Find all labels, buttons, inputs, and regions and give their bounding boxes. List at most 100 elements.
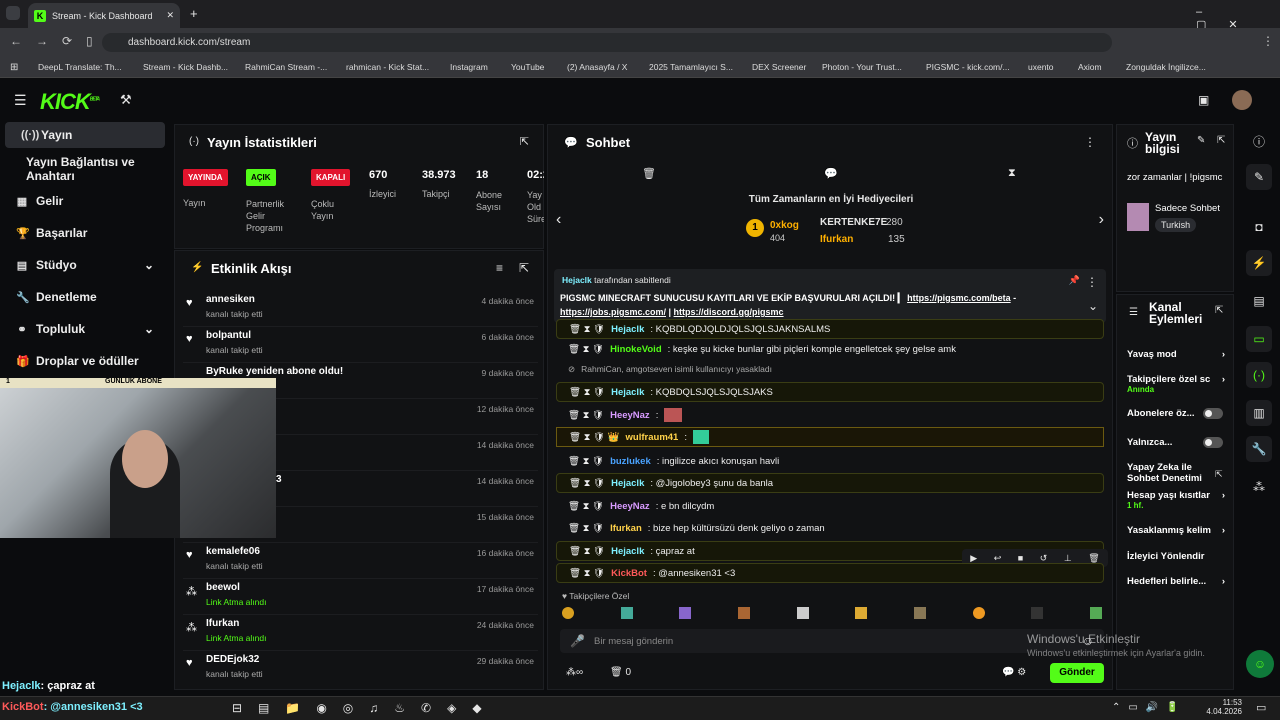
chat-username[interactable]: Hejaclk xyxy=(611,546,644,557)
points-display[interactable]: 🗑 0 xyxy=(610,667,631,678)
send-button[interactable]: Gönder xyxy=(1050,663,1104,683)
chat-username[interactable]: Ifurkan xyxy=(610,523,642,534)
edit-icon[interactable]: ✎ xyxy=(1246,164,1272,190)
chat-settings-icons[interactable]: 💬 ⚙ xyxy=(1002,667,1026,678)
wrench-icon[interactable]: 🔧 xyxy=(1246,436,1272,462)
sidebar-item-denetleme[interactable]: 🔧 Denetleme xyxy=(0,284,168,310)
pinned-link[interactable]: https://pigsmc.com/beta xyxy=(907,293,1011,303)
bookmark-item[interactable]: PIGSMC - kick.com/... xyxy=(926,62,1010,72)
sidebar-item-stream-key[interactable]: Yayın Bağlantısı ve Anahtarı xyxy=(0,155,168,183)
bookmark-item[interactable]: uxento xyxy=(1028,62,1054,72)
chat-username[interactable]: KickBot xyxy=(611,568,647,579)
stats-icon[interactable]: ▥ xyxy=(1246,400,1272,426)
sidebar-item-studyo[interactable]: ▤ Stüdyo ⌄ xyxy=(0,252,168,278)
close-tab-icon[interactable]: ✕ xyxy=(166,10,174,21)
pinned-menu-icon[interactable]: ⋮ xyxy=(1086,275,1098,289)
chat-icon[interactable]: ▭ xyxy=(1246,326,1272,352)
trash-icon[interactable]: 🗑 xyxy=(1088,553,1099,564)
chat-username[interactable]: Hejaclk xyxy=(611,478,644,489)
chat-message[interactable]: 🗑 ⧗ 🛡 HinokeVoid: keşke şu kicke bunlar g… xyxy=(556,339,1104,359)
action-account-age[interactable]: Hesap yaşı kısıtlar › 1 hf. xyxy=(1127,490,1229,510)
clock[interactable]: 11:53 4.04.2026 xyxy=(1206,698,1242,716)
mod-actions-icon[interactable]: 🗑 ⧗ 🛡 xyxy=(569,478,605,489)
mod-actions-icon[interactable]: 🗑 ⧗ 🛡 xyxy=(569,568,605,579)
sidebar-item-topluluk[interactable]: ⚭ Topluluk ⌄ xyxy=(0,316,168,342)
chat-message[interactable]: 🗑 ⧗ 🛡 Hejaclk: KQBDQLSJQLSJQLSJAKS xyxy=(556,382,1104,402)
sidebar-item-droplar[interactable]: 🎁 Droplar ve ödüller xyxy=(0,348,168,374)
bookmark-item[interactable]: RahmiCan Stream -... xyxy=(245,62,327,72)
toggle-switch[interactable] xyxy=(1203,408,1223,419)
chat-message[interactable]: 🗑 ⧗ 🛡 KickBot: @annesiken31 <3 xyxy=(556,563,1104,583)
chat-message[interactable]: 🗑 ⧗ 🛡 👑 wulfraum41: xyxy=(556,427,1104,447)
chat-message[interactable]: 🗑 ⧗ 🛡 HeeyNaz: e bn dilcydm xyxy=(556,496,1104,516)
mod-actions-icon[interactable]: 🗑 ⧗ 🛡 xyxy=(568,501,604,512)
action-slow-mode[interactable]: Yavaş mod › xyxy=(1127,349,1229,360)
popout-icon[interactable]: ⇱ xyxy=(1217,135,1225,146)
delete-icon[interactable]: ■ xyxy=(1018,553,1023,563)
pin-icon[interactable]: ⊥ xyxy=(1064,553,1072,564)
chevron-left-icon[interactable]: ‹ xyxy=(556,211,561,229)
action-ai-moderation[interactable]: Yapay Zeka ile Sohbet Denetimi xyxy=(1127,462,1215,484)
edit-icon[interactable]: ✎ xyxy=(1197,135,1205,146)
popout-icon[interactable]: ⇱ xyxy=(519,261,529,275)
mod-actions-icon[interactable]: 🗑 ⧗ 🛡 xyxy=(569,387,605,398)
action-goals[interactable]: Hedefleri belirle... › xyxy=(1127,576,1229,587)
chat-message[interactable]: 🗑 ⧗ 🛡 buzlukek: ingilizce akıcı konuşan h… xyxy=(556,451,1104,471)
system-tray-icons[interactable]: ⌃▭🔊🔋 xyxy=(1112,702,1187,713)
filter-icon[interactable]: ≡ xyxy=(496,261,503,275)
chat-username[interactable]: HeeyNaz xyxy=(610,501,650,512)
dashboard-icon[interactable]: ▣ xyxy=(1198,93,1209,107)
popout-icon[interactable]: ⇱ xyxy=(520,135,529,148)
sidebar-item-basarilar[interactable]: 🏆 Başarılar xyxy=(0,220,168,246)
sidebar-item-yayin[interactable]: ((·)) Yayın xyxy=(5,122,165,148)
chat-input[interactable]: 🎤 Bir mesaj gönderin ☺ xyxy=(560,629,1104,653)
pinned-link[interactable]: https://jobs.pigsmc.com/ xyxy=(560,307,666,317)
bookmark-item[interactable]: 2025 Tamamlayıcı S... xyxy=(649,62,733,72)
notifications-icon[interactable]: ▭ xyxy=(1256,701,1266,714)
help-chat-icon[interactable]: ☺ xyxy=(1246,650,1274,678)
external-link-icon[interactable]: ⇱ xyxy=(1215,469,1223,480)
mic-icon[interactable]: 🎤 xyxy=(570,634,585,648)
action-emote-only[interactable]: Yalnızca... xyxy=(1127,437,1229,448)
chat-message[interactable]: 🗑 ⧗ 🛡 Hejaclk: @Jigolobey3 şunu da banla xyxy=(556,473,1104,493)
nav-buttons[interactable]: ←→⟳▯ xyxy=(10,34,107,48)
chat-message[interactable]: 🗑 ⧗ 🛡 HeeyNaz: xyxy=(556,405,1104,425)
browser-tab[interactable]: K Stream - Kick Dashboard ✕ xyxy=(28,3,180,28)
emote-row[interactable] xyxy=(562,607,1102,623)
action-followers-only[interactable]: Takipçilere özel sc › Anında xyxy=(1127,374,1229,394)
pin-icon[interactable]: 📌 xyxy=(1069,275,1080,286)
bookmark-item[interactable]: YouTube xyxy=(511,62,544,72)
bookmark-item[interactable]: Axiom xyxy=(1078,62,1102,72)
bookmark-item[interactable]: DEX Screener xyxy=(752,62,806,72)
new-tab-icon[interactable]: + xyxy=(190,6,198,21)
chat-username[interactable]: Hejaclk xyxy=(611,387,644,398)
broadcast-icon[interactable]: (·) xyxy=(1246,362,1272,388)
chat-username[interactable]: HinokeVoid xyxy=(610,344,662,355)
mod-actions-icon[interactable]: 🗑 ⧗ 🛡 👑 xyxy=(569,432,620,443)
mod-actions-icon[interactable]: 🗑 ⧗ 🛡 xyxy=(568,523,604,534)
browser-menu-icon[interactable]: ⋮ xyxy=(1262,34,1274,48)
chat-username[interactable]: wulfraum41 xyxy=(626,432,679,443)
taskbar-apps[interactable]: ⊟▤📁◉◎♫♨✆◈◆ xyxy=(232,701,498,715)
toggle-switch[interactable] xyxy=(1203,437,1223,448)
hammer-icon[interactable]: ⚒ xyxy=(120,92,132,108)
points-icon[interactable]: ⁂∞ xyxy=(566,667,583,678)
emote-icon[interactable] xyxy=(1089,607,1102,619)
emote-icon[interactable] xyxy=(913,607,926,619)
chat-message[interactable]: 🗑 ⧗ 🛡 Hejaclk: KQBDLQDJQLDJQLSJQLSJAKNSAL… xyxy=(556,319,1104,339)
pinned-link[interactable]: https://discord.gg/pigsmc xyxy=(674,307,784,317)
avatar[interactable] xyxy=(1232,90,1252,110)
play-icon[interactable]: ▶ xyxy=(970,553,977,564)
action-banned-words[interactable]: Yasaklanmış kelim › xyxy=(1127,525,1229,536)
info-icon[interactable]: ⓘ xyxy=(1246,128,1272,154)
chat-username[interactable]: HeeyNaz xyxy=(610,410,650,421)
mod-actions-icon[interactable]: 🗑 ⧗ 🛡 xyxy=(568,456,604,467)
apps-icon[interactable]: ⊞ xyxy=(10,62,18,73)
mod-actions-icon[interactable]: 🗑 ⧗ 🛡 xyxy=(569,324,605,335)
trash-icon[interactable]: 🗑 xyxy=(642,167,656,180)
emote-icon[interactable] xyxy=(679,607,692,619)
bookmark-item[interactable]: Zonguldak İngilizce... xyxy=(1126,62,1206,72)
emote-icon[interactable] xyxy=(855,607,868,619)
document-icon[interactable]: ▤ xyxy=(1246,288,1272,314)
bookmark-item[interactable]: Instagram xyxy=(450,62,488,72)
